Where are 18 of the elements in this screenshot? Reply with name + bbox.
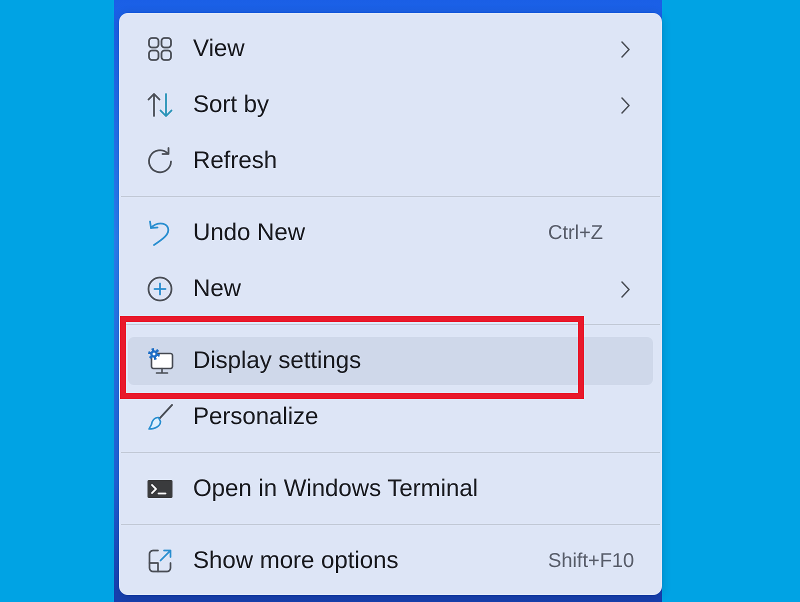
- grid-icon: [146, 35, 174, 63]
- menu-item[interactable]: Open in Windows Terminal: [128, 465, 653, 513]
- shortcut-text: Ctrl+Z: [548, 222, 603, 244]
- menu-item[interactable]: Display settings: [128, 337, 653, 385]
- menu-item[interactable]: Show more options Shift+F10: [128, 537, 653, 585]
- shortcut-text: Shift+F10: [548, 550, 634, 572]
- menu-item[interactable]: New: [128, 265, 653, 313]
- menu-item[interactable]: Personalize: [128, 393, 653, 441]
- menu-item[interactable]: Sort by: [128, 81, 653, 129]
- menu-item[interactable]: View: [128, 25, 653, 73]
- menu-item[interactable]: Refresh: [128, 137, 653, 185]
- monitor-gear-icon: [146, 347, 174, 375]
- square-arrow-icon: [146, 547, 174, 575]
- plus-circle-icon: [146, 275, 174, 303]
- paintbrush-icon: [146, 403, 174, 431]
- sort-arrows-icon: [146, 91, 174, 119]
- menu-item[interactable]: Undo New Ctrl+Z: [128, 209, 653, 257]
- refresh-icon: [146, 147, 174, 175]
